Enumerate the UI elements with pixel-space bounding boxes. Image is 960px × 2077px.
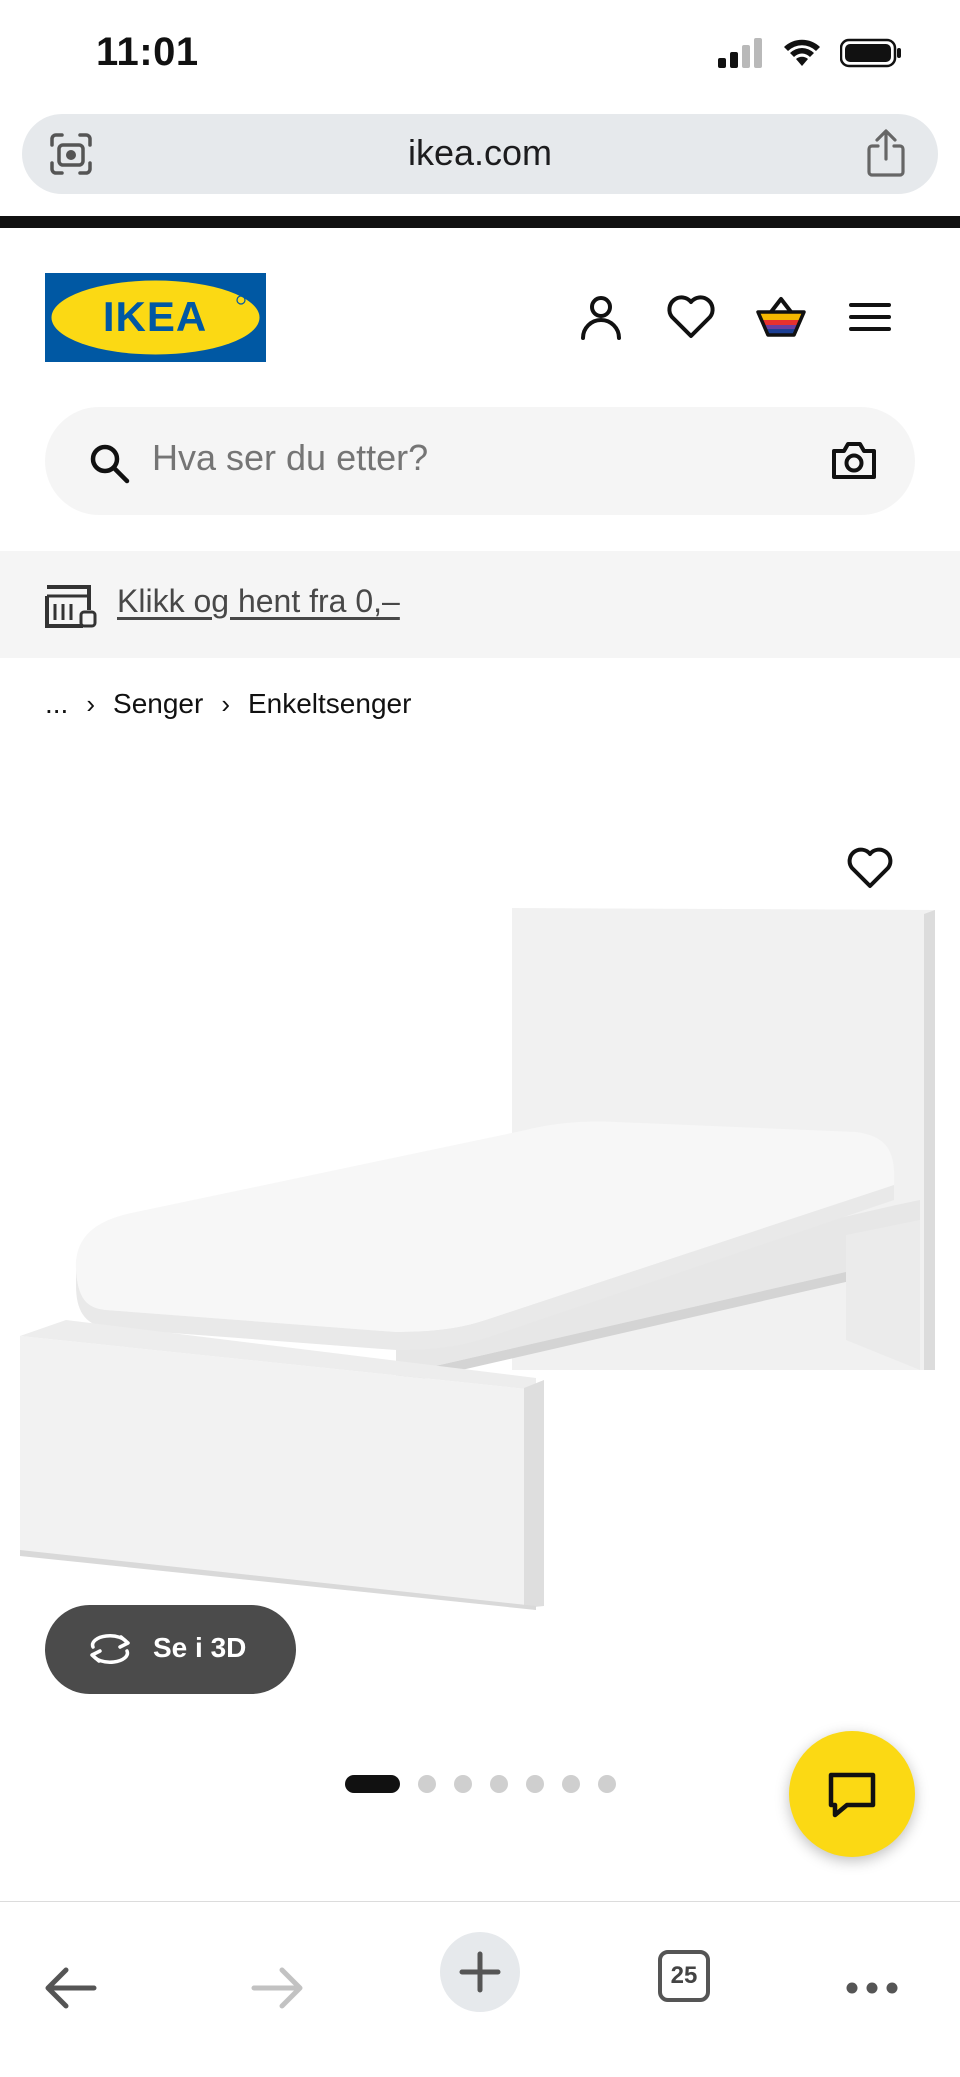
carousel-dot[interactable] [490, 1775, 508, 1793]
carousel-dot[interactable] [526, 1775, 544, 1793]
plus-icon [459, 1951, 501, 1993]
status-icons [718, 38, 902, 68]
breadcrumb-ellipsis[interactable]: ... [45, 688, 68, 720]
basket-icon[interactable] [754, 290, 808, 344]
chevron-right-icon: › [221, 688, 230, 719]
breadcrumb: ... › Senger › Enkeltsenger [45, 688, 411, 720]
wifi-icon [784, 39, 820, 66]
chat-icon [828, 1772, 876, 1818]
search-icon [90, 444, 130, 484]
browser-toolbar: 25 [0, 1901, 960, 2077]
chat-button[interactable] [789, 1731, 915, 1857]
address-bar[interactable]: ikea.com [22, 114, 938, 194]
page-divider [0, 216, 960, 228]
view-3d-label: Se i 3D [153, 1632, 247, 1663]
wishlist-heart-icon[interactable] [846, 846, 894, 890]
store-icon [45, 585, 97, 628]
cellular-signal-icon [718, 38, 762, 68]
svg-text:IKEA: IKEA [103, 293, 207, 340]
breadcrumb-item-senger[interactable]: Senger [113, 688, 203, 720]
ikea-logo[interactable]: IKEA [45, 273, 266, 362]
back-arrow-icon[interactable] [32, 1948, 112, 2028]
image-carousel-indicator [345, 1774, 616, 1794]
carousel-dot[interactable] [598, 1775, 616, 1793]
camera-icon[interactable] [831, 439, 877, 481]
status-time: 11:01 [96, 30, 199, 74]
account-icon[interactable] [574, 290, 628, 344]
share-icon[interactable] [864, 128, 908, 178]
carousel-dot[interactable] [562, 1775, 580, 1793]
search-input[interactable] [152, 437, 752, 479]
tabs-icon[interactable]: 25 [658, 1950, 710, 2002]
menu-icon[interactable] [843, 290, 897, 344]
battery-icon [840, 38, 901, 68]
forward-arrow-icon[interactable] [236, 1948, 316, 2028]
product-image[interactable] [16, 900, 946, 1620]
chevron-right-icon: › [86, 688, 96, 719]
new-tab-button[interactable] [440, 1932, 520, 2012]
click-and-collect-link[interactable]: Klikk og hent fra 0,– [117, 583, 400, 620]
rotate-3d-icon [90, 1634, 130, 1664]
url-text[interactable]: ikea.com [22, 132, 938, 174]
heart-icon[interactable] [664, 290, 718, 344]
carousel-dot[interactable] [454, 1775, 472, 1793]
breadcrumb-item-enkeltsenger[interactable]: Enkeltsenger [248, 688, 411, 720]
promo-banner: Klikk og hent fra 0,– [0, 551, 960, 658]
carousel-dot-active[interactable] [345, 1775, 400, 1793]
carousel-dot[interactable] [418, 1775, 436, 1793]
view-3d-button[interactable]: Se i 3D [45, 1605, 296, 1694]
more-icon[interactable] [832, 1948, 912, 2028]
status-bar: 11:01 [0, 0, 960, 108]
search-box[interactable] [45, 407, 915, 515]
